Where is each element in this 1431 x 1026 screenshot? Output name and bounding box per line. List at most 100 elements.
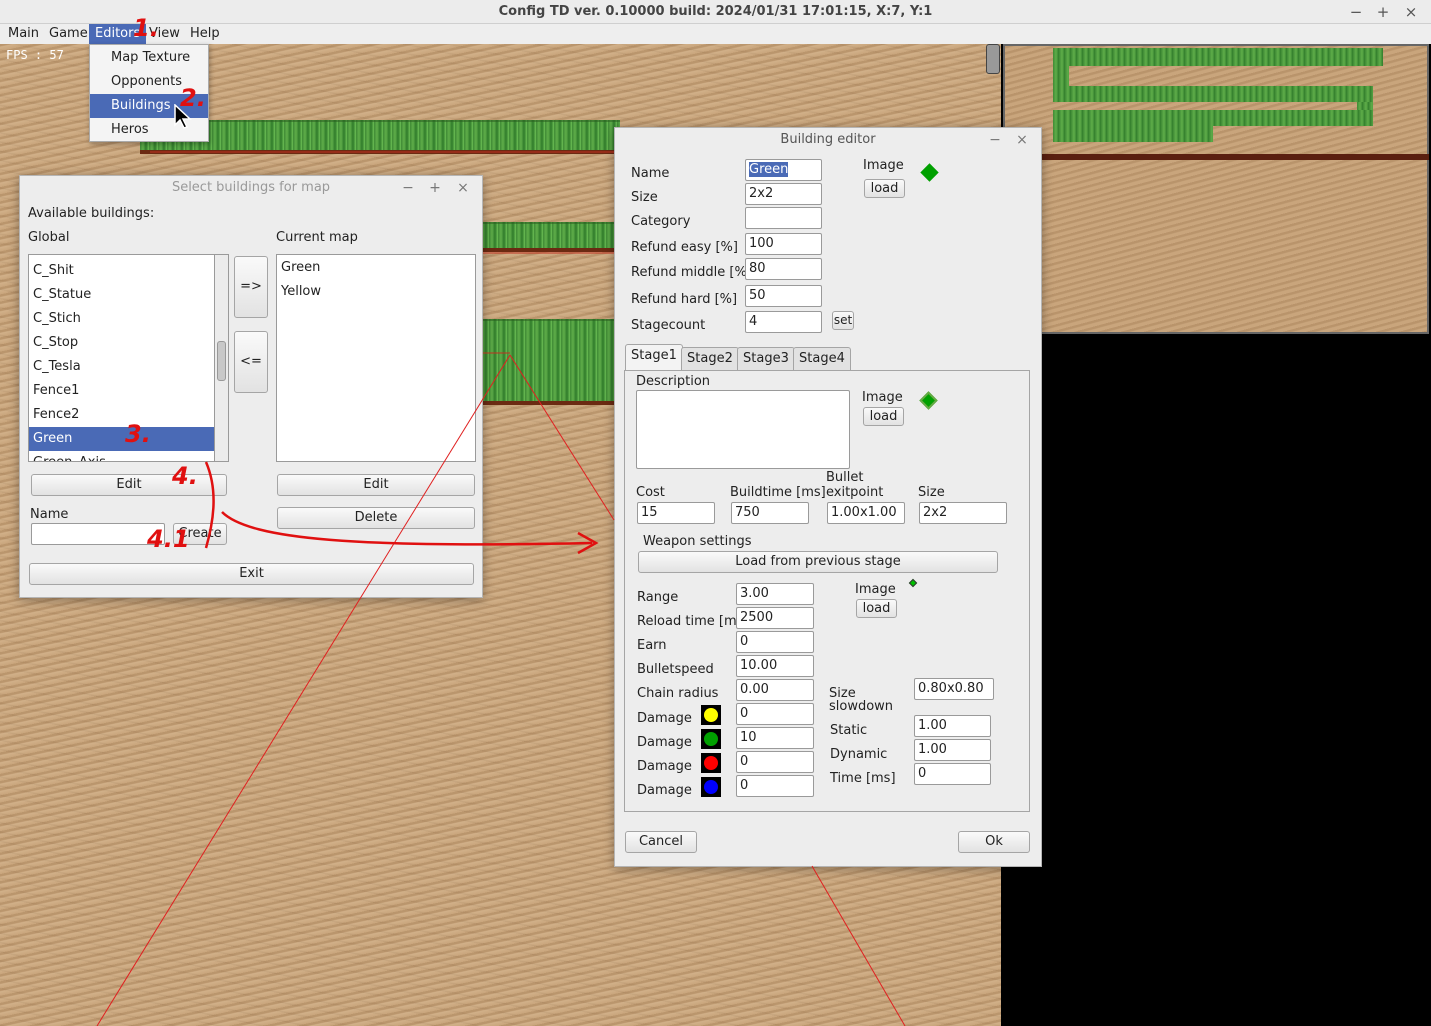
slowdown-time-field[interactable]: 0 xyxy=(914,763,991,785)
list-scrollbar[interactable] xyxy=(214,254,229,462)
bullet-exitpoint-field[interactable]: 1.00x1.00 xyxy=(827,502,905,524)
minimap-path xyxy=(1053,66,1069,86)
damage-color-blue[interactable] xyxy=(701,777,721,797)
stagecount-field[interactable]: 4 xyxy=(745,311,822,333)
available-buildings-label: Available buildings: xyxy=(28,206,155,221)
edit-current-button[interactable]: Edit xyxy=(277,474,475,496)
bulletspeed-label: Bulletspeed xyxy=(637,662,714,677)
load-image-button[interactable]: load xyxy=(864,179,905,198)
stage-load-image-button[interactable]: load xyxy=(863,407,904,426)
add-to-map-button[interactable]: => xyxy=(234,256,268,318)
minimize-icon[interactable]: − xyxy=(986,128,1004,152)
damage-color-red[interactable] xyxy=(701,753,721,773)
damage-label: Damage xyxy=(637,735,692,750)
image-label: Image xyxy=(863,158,904,173)
maximize-icon[interactable]: + xyxy=(1372,0,1394,24)
damage-red-field[interactable]: 0 xyxy=(736,751,814,773)
minimap-path xyxy=(1053,126,1213,142)
static-slowdown-field[interactable]: 1.00 xyxy=(914,715,991,737)
chain-radius-field[interactable]: 0.00 xyxy=(736,679,814,701)
chain-radius-label: Chain radius xyxy=(637,686,719,701)
menu-main[interactable]: Main xyxy=(2,24,45,44)
earn-field[interactable]: 0 xyxy=(736,631,814,653)
bulletspeed-field[interactable]: 10.00 xyxy=(736,655,814,677)
refund-hard-label: Refund hard [%] xyxy=(631,292,738,307)
damage-blue-field[interactable]: 0 xyxy=(736,775,814,797)
cost-field[interactable]: 15 xyxy=(637,502,715,524)
menu-item-map-texture[interactable]: Map Texture xyxy=(90,46,208,70)
fps-counter: FPS : 57 xyxy=(6,48,64,62)
tab-stage2[interactable]: Stage2 xyxy=(681,347,739,371)
damage-label: Damage xyxy=(637,783,692,798)
size-label: Size xyxy=(631,190,658,205)
close-icon[interactable]: × xyxy=(1013,128,1031,152)
list-item[interactable]: Green_Axis xyxy=(29,451,228,461)
ok-button[interactable]: Ok xyxy=(958,831,1030,853)
name-field[interactable]: Green xyxy=(745,159,822,181)
reload-time-field[interactable]: 2500 xyxy=(736,607,814,629)
damage-color-yellow[interactable] xyxy=(701,705,721,725)
bullet-image-preview xyxy=(908,578,918,588)
scrollbar-thumb[interactable] xyxy=(217,341,226,381)
dynamic-slowdown-field[interactable]: 1.00 xyxy=(914,739,991,761)
global-label: Global xyxy=(28,230,70,245)
minimap[interactable] xyxy=(1003,44,1429,334)
dynamic-label: Dynamic xyxy=(830,747,888,762)
list-item[interactable]: Yellow xyxy=(277,280,475,304)
list-item[interactable]: C_Stich xyxy=(29,307,228,331)
description-textarea[interactable] xyxy=(636,390,850,469)
buildtime-field[interactable]: 750 xyxy=(731,502,809,524)
bullet-size-field[interactable]: 0.80x0.80 xyxy=(914,678,994,700)
cost-label: Cost xyxy=(636,485,665,500)
load-from-previous-stage-button[interactable]: Load from previous stage xyxy=(638,551,998,573)
cancel-button[interactable]: Cancel xyxy=(625,831,697,853)
map-scroll-handle[interactable] xyxy=(986,44,1000,74)
list-item[interactable]: C_Stop xyxy=(29,331,228,355)
menu-help[interactable]: Help xyxy=(184,24,226,44)
menu-bar: Main Game Editors View Help xyxy=(0,24,1431,44)
bullet-exitpoint-label: Bullet xyxy=(826,470,864,485)
list-item[interactable]: C_Tesla xyxy=(29,355,228,379)
stage-size-field[interactable]: 2x2 xyxy=(919,502,1007,524)
category-label: Category xyxy=(631,214,691,229)
time-label: Time [ms] xyxy=(830,771,896,786)
list-item[interactable]: Fence1 xyxy=(29,379,228,403)
current-map-buildings-list[interactable]: Green Yellow xyxy=(276,254,476,462)
stagecount-label: Stagecount xyxy=(631,318,706,333)
set-stagecount-button[interactable]: set xyxy=(832,311,854,330)
close-icon[interactable]: × xyxy=(1400,0,1422,24)
dialog-title: Building editor xyxy=(780,132,876,147)
range-field[interactable]: 3.00 xyxy=(736,583,814,605)
list-item[interactable]: C_Statue xyxy=(29,283,228,307)
list-item[interactable]: C_Shit xyxy=(29,259,228,283)
tab-stage3[interactable]: Stage3 xyxy=(737,347,795,371)
grass-path xyxy=(140,120,620,154)
remove-from-map-button[interactable]: <= xyxy=(234,331,268,393)
tab-stage4[interactable]: Stage4 xyxy=(793,347,851,371)
exit-button[interactable]: Exit xyxy=(29,563,474,585)
menu-game[interactable]: Game xyxy=(43,24,94,44)
new-building-name-input[interactable] xyxy=(31,523,165,545)
annotation-step-1: 1. xyxy=(133,14,159,42)
refund-middle-label: Refund middle [%] xyxy=(631,265,752,280)
list-item[interactable]: Green xyxy=(277,256,475,280)
weapon-image-label: Image xyxy=(855,582,896,597)
refund-middle-field[interactable]: 80 xyxy=(745,258,822,280)
delete-button[interactable]: Delete xyxy=(277,507,475,529)
category-field[interactable] xyxy=(745,207,822,229)
description-label: Description xyxy=(636,374,711,389)
damage-yellow-field[interactable]: 0 xyxy=(736,703,814,725)
close-icon[interactable]: × xyxy=(454,176,472,200)
tab-stage1[interactable]: Stage1 xyxy=(625,344,683,370)
damage-green-field[interactable]: 10 xyxy=(736,727,814,749)
refund-easy-field[interactable]: 100 xyxy=(745,233,822,255)
refund-hard-field[interactable]: 50 xyxy=(745,285,822,307)
minimize-icon[interactable]: − xyxy=(1345,0,1367,24)
select-buildings-dialog: Select buildings for map − + × Available… xyxy=(19,175,483,598)
minimize-icon[interactable]: − xyxy=(399,176,417,200)
weapon-load-image-button[interactable]: load xyxy=(856,599,897,618)
damage-color-green[interactable] xyxy=(701,729,721,749)
size-field[interactable]: 2x2 xyxy=(745,183,822,205)
maximize-icon[interactable]: + xyxy=(426,176,444,200)
building-editor-dialog: Building editor − × Name Green Size 2x2 … xyxy=(614,127,1042,867)
